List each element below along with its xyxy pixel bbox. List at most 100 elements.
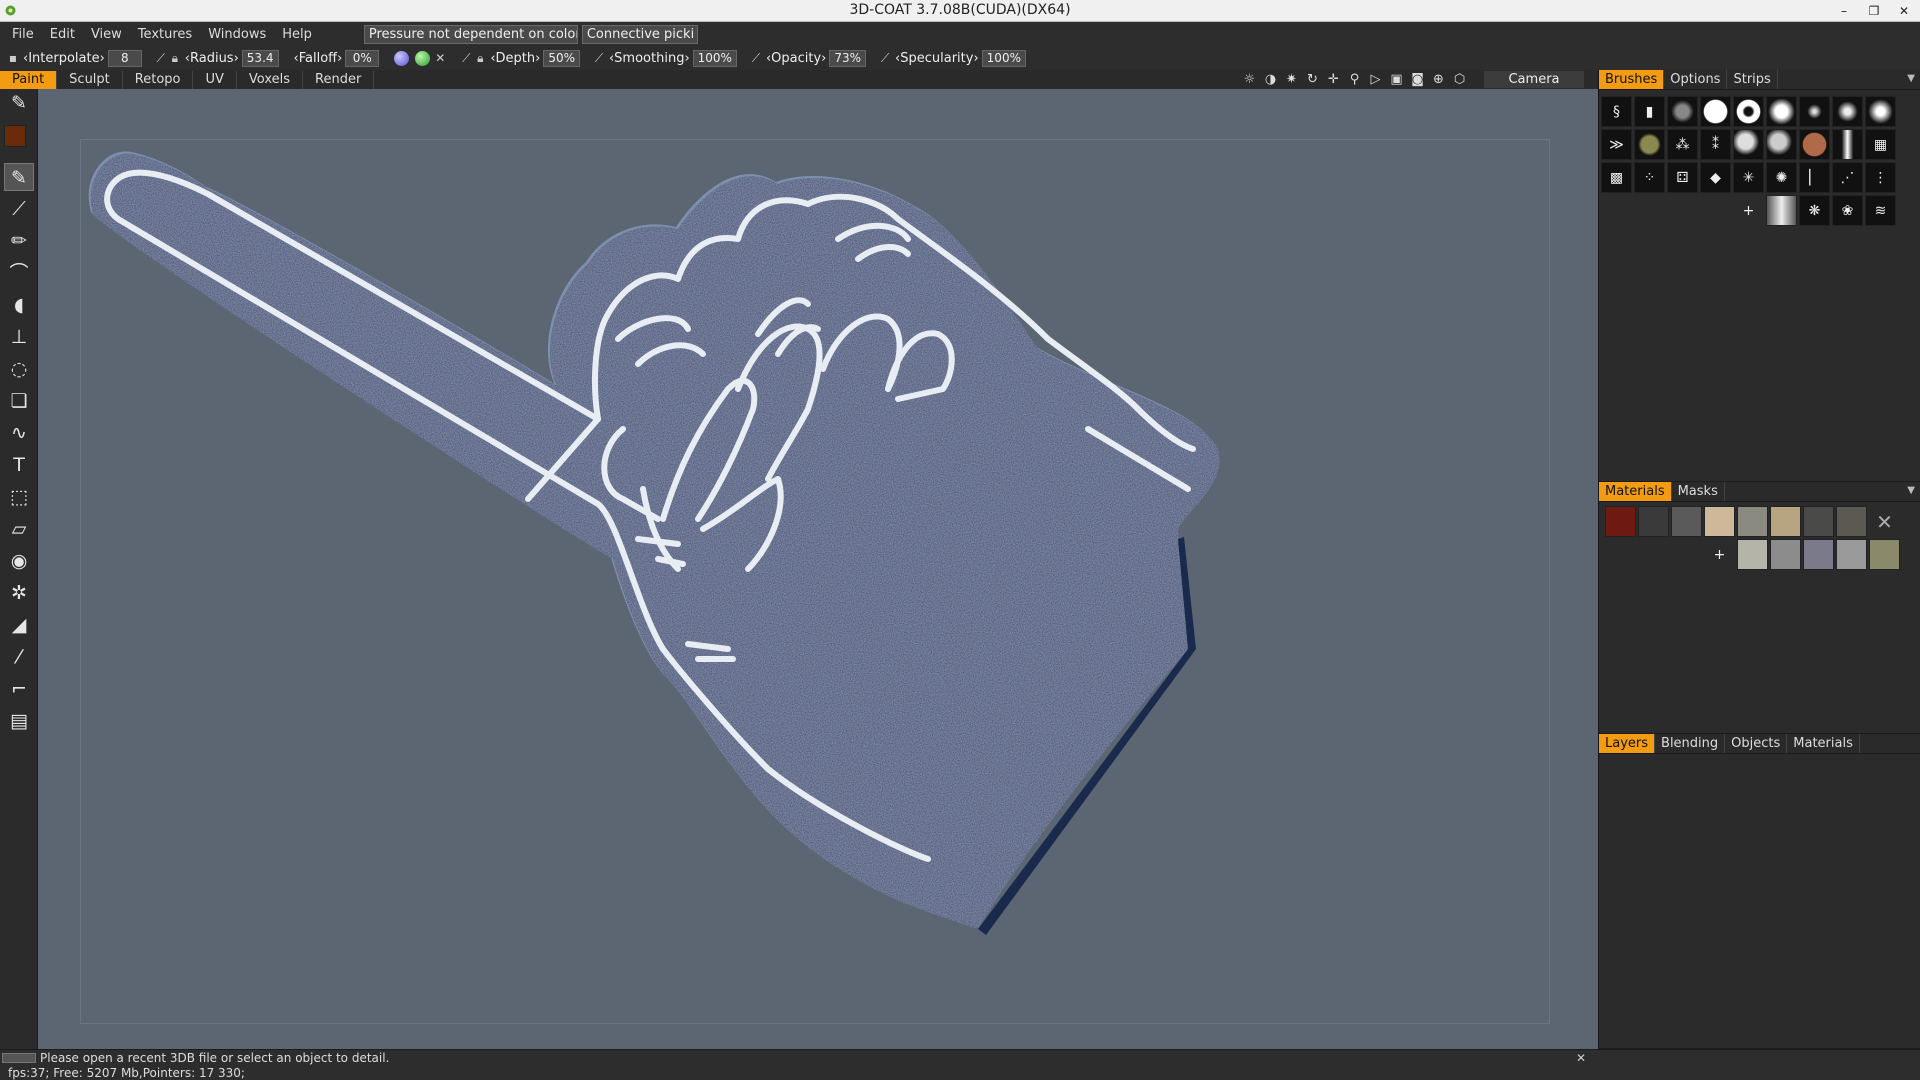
- light-icon[interactable]: ✷: [1283, 71, 1300, 88]
- tab-paint[interactable]: Paint: [0, 70, 58, 89]
- tab-render[interactable]: Render: [303, 70, 375, 89]
- tab-options[interactable]: Options: [1664, 70, 1728, 89]
- brush-thumb[interactable]: ⁘: [1634, 162, 1665, 193]
- material-thumb[interactable]: [1770, 506, 1801, 537]
- tab-masks[interactable]: Masks: [1672, 482, 1725, 501]
- lasso-icon[interactable]: ◌: [4, 355, 34, 383]
- interpolate-input[interactable]: 8: [107, 49, 142, 67]
- brush-thumb[interactable]: ✺: [1766, 162, 1797, 193]
- paint-brush-icon[interactable]: ✎: [4, 163, 34, 191]
- brush-thumb[interactable]: ▩: [1601, 162, 1632, 193]
- gear-icon[interactable]: ✲: [4, 579, 34, 607]
- material-thumb[interactable]: [1869, 539, 1900, 570]
- menu-textures[interactable]: Textures: [130, 27, 200, 42]
- brush-thumb[interactable]: [1865, 96, 1896, 127]
- brush-thumb[interactable]: [1766, 129, 1797, 160]
- brush-thumb[interactable]: [1832, 96, 1863, 127]
- contrast-icon[interactable]: ◑: [1262, 71, 1279, 88]
- brush-thumb[interactable]: ≫: [1601, 129, 1632, 160]
- brush-icon[interactable]: ✎: [4, 89, 34, 117]
- brush-thumb[interactable]: [1733, 96, 1764, 127]
- brush-thumb[interactable]: [1799, 96, 1830, 127]
- material-thumb[interactable]: [1704, 506, 1735, 537]
- menu-file[interactable]: File: [4, 27, 42, 42]
- depth-input[interactable]: 50%: [543, 49, 580, 67]
- brush-thumb[interactable]: ≋: [1865, 195, 1896, 226]
- picker-icon[interactable]: ⁄: [4, 643, 34, 671]
- brush-thumb[interactable]: ▮: [1634, 96, 1665, 127]
- tab-retopo[interactable]: Retopo: [123, 70, 194, 89]
- 3d-viewport[interactable]: [38, 89, 1598, 1049]
- brush-thumb[interactable]: [1733, 129, 1764, 160]
- panel-menu-icon[interactable]: ▼: [1907, 485, 1915, 496]
- move-icon[interactable]: ✛: [1325, 71, 1342, 88]
- opacity-input[interactable]: 73%: [829, 49, 867, 67]
- lock-icon[interactable]: 🔒︎: [473, 51, 487, 65]
- material-thumb[interactable]: [1803, 506, 1834, 537]
- brush-thumb[interactable]: [1766, 195, 1797, 226]
- tab-materials[interactable]: Materials: [1599, 482, 1672, 501]
- material-thumb[interactable]: [1737, 506, 1768, 537]
- rotate-icon[interactable]: ↻: [1304, 71, 1321, 88]
- specularity-input[interactable]: 100%: [981, 49, 1026, 67]
- brush-thumb[interactable]: ⁑: [1700, 129, 1731, 160]
- pen-pressure-icon[interactable]: ⟋: [592, 51, 606, 65]
- tab-objects[interactable]: Objects: [1725, 734, 1788, 753]
- frame-icon[interactable]: ◙: [1409, 71, 1426, 88]
- zoom-icon[interactable]: ⚲: [1346, 71, 1363, 88]
- stamp-icon[interactable]: ⊥: [4, 323, 34, 351]
- close-button[interactable]: ✕: [1894, 4, 1914, 18]
- brush-thumb[interactable]: §: [1601, 96, 1632, 127]
- add-material-button[interactable]: +: [1704, 539, 1735, 570]
- primary-color[interactable]: [4, 125, 26, 147]
- material-thumb[interactable]: [1836, 539, 1867, 570]
- brush-thumb[interactable]: [1667, 96, 1698, 127]
- opacity-param[interactable]: ⟋ ‹Opacity› 73%: [749, 49, 867, 67]
- clear-materials-button[interactable]: ✕: [1869, 506, 1900, 537]
- menu-help[interactable]: Help: [274, 27, 320, 42]
- lock-icon[interactable]: 🔒︎: [168, 51, 182, 65]
- material-thumb[interactable]: [1836, 506, 1867, 537]
- camera-button[interactable]: Camera: [1484, 71, 1584, 88]
- falloff-param[interactable]: ‹Falloff› 0%: [291, 49, 380, 67]
- brush-thumb[interactable]: ⁂: [1667, 129, 1698, 160]
- square-view-icon[interactable]: ▣: [1388, 71, 1405, 88]
- brush-thumb[interactable]: ▦: [1865, 129, 1896, 160]
- close-icon[interactable]: ✕: [1576, 1051, 1586, 1065]
- depth-param[interactable]: ⟋ 🔒︎ ‹Depth› 50%: [459, 49, 580, 67]
- material-thumb[interactable]: [1737, 539, 1768, 570]
- checkbox-icon[interactable]: ▪: [6, 51, 20, 65]
- brush-thumb[interactable]: ⚃: [1667, 162, 1698, 193]
- brush-thumb[interactable]: ✳: [1733, 162, 1764, 193]
- text-icon[interactable]: T: [4, 451, 34, 479]
- smudge-icon[interactable]: ⌒: [4, 259, 34, 287]
- brush-thumb[interactable]: [1799, 129, 1830, 160]
- transform-icon[interactable]: ⬚: [4, 483, 34, 511]
- tab-voxels[interactable]: Voxels: [237, 70, 304, 89]
- brush-thumb[interactable]: ▏: [1799, 162, 1830, 193]
- falloff-input[interactable]: 0%: [345, 49, 380, 67]
- menu-windows[interactable]: Windows: [200, 27, 274, 42]
- pen-pressure-icon[interactable]: ⟋: [749, 51, 763, 65]
- restore-button[interactable]: ❐: [1864, 4, 1884, 18]
- iron-icon[interactable]: ⌐: [4, 675, 34, 703]
- radius-input[interactable]: 53.4: [241, 49, 279, 67]
- curve-icon[interactable]: ∿: [4, 419, 34, 447]
- fill-icon[interactable]: ◖: [4, 291, 34, 319]
- ruler-icon[interactable]: ▤: [4, 707, 34, 735]
- color-swatch[interactable]: [4, 125, 32, 153]
- eraser-icon[interactable]: ▱: [4, 515, 34, 543]
- target-icon[interactable]: ⊕: [1430, 71, 1447, 88]
- material-thumb[interactable]: [1605, 506, 1636, 537]
- tab-brushes[interactable]: Brushes: [1599, 70, 1665, 89]
- pen-pressure-icon[interactable]: ⟋: [878, 51, 892, 65]
- airbrush-icon[interactable]: ⟋: [4, 195, 34, 223]
- tab-sculpt[interactable]: Sculpt: [57, 70, 123, 89]
- brush-thumb[interactable]: ⋮: [1865, 162, 1896, 193]
- smoothing-param[interactable]: ⟋ ‹Smoothing› 100%: [592, 49, 737, 67]
- copy-icon[interactable]: ❏: [4, 387, 34, 415]
- add-brush-button[interactable]: +: [1733, 195, 1764, 226]
- minimize-button[interactable]: –: [1834, 4, 1854, 18]
- tab-layers[interactable]: Layers: [1599, 734, 1656, 753]
- picking-mode-dropdown[interactable]: Connective picki ▼: [581, 24, 698, 44]
